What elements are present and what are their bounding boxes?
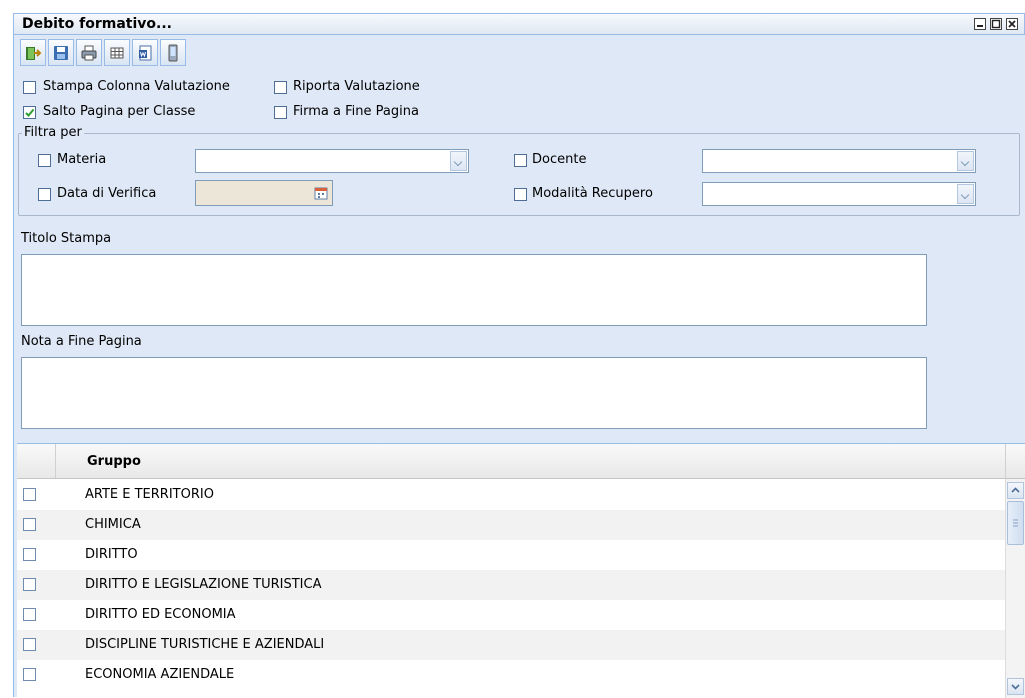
minimize-icon[interactable] xyxy=(974,18,986,30)
row-gruppo: ECONOMIA AZIENDALE xyxy=(85,667,235,682)
filter-legend: Filtra per xyxy=(22,125,84,140)
table-row[interactable]: CHIMICA xyxy=(17,510,1005,540)
chevron-down-icon[interactable] xyxy=(450,151,467,171)
materia-combo[interactable] xyxy=(195,149,469,173)
row-checkbox[interactable] xyxy=(23,548,36,561)
maximize-icon[interactable] xyxy=(990,18,1002,30)
window-title: Debito formativo... xyxy=(22,16,172,32)
row-gruppo: DIRITTO xyxy=(85,547,138,562)
table-row[interactable]: DIRITTO ED ECONOMIA xyxy=(17,600,1005,630)
stampa-colonna-checkbox[interactable] xyxy=(23,81,36,94)
docente-combo[interactable] xyxy=(702,149,976,173)
print-button[interactable] xyxy=(76,39,102,66)
firma-fine-pagina-label: Firma a Fine Pagina xyxy=(293,104,419,119)
grid-header: Gruppo xyxy=(17,444,1025,479)
print-icon xyxy=(81,45,97,60)
close-icon[interactable] xyxy=(1006,18,1018,30)
table-row[interactable]: DIRITTO E LEGISLAZIONE TURISTICA xyxy=(17,570,1005,600)
calendar-icon[interactable] xyxy=(314,186,328,200)
scroll-up-icon[interactable] xyxy=(1007,482,1024,499)
stampa-colonna-label: Stampa Colonna Valutazione xyxy=(43,79,230,94)
exit-button[interactable] xyxy=(20,39,46,66)
salto-pagina-checkbox[interactable] xyxy=(23,106,36,119)
firma-fine-pagina-checkbox[interactable] xyxy=(274,106,287,119)
table-row[interactable]: DIRITTO xyxy=(17,540,1005,570)
row-checkbox[interactable] xyxy=(23,578,36,591)
row-checkbox[interactable] xyxy=(23,668,36,681)
toolbar xyxy=(13,35,1025,73)
row-gruppo: DIRITTO E LEGISLAZIONE TURISTICA xyxy=(85,577,322,592)
row-checkbox[interactable] xyxy=(23,638,36,651)
grid-icon xyxy=(110,47,124,58)
row-gruppo: CHIMICA xyxy=(85,517,141,532)
window-title-bar: Debito formativo... xyxy=(13,13,1025,35)
table-row[interactable]: DISCIPLINE TURISTICHE E AZIENDALI xyxy=(17,630,1005,660)
gruppo-column-header[interactable]: Gruppo xyxy=(87,454,141,469)
document-icon xyxy=(139,45,152,60)
exit-icon xyxy=(26,46,42,60)
table-row[interactable]: ECONOMIA AZIENDALE xyxy=(17,660,1005,690)
modalita-recupero-checkbox[interactable] xyxy=(514,188,527,201)
riporta-valutazione-checkbox[interactable] xyxy=(274,81,287,94)
grid-scrollbar[interactable] xyxy=(1005,479,1025,698)
table-row[interactable]: ARTE E TERRITORIO xyxy=(17,480,1005,510)
row-checkbox[interactable] xyxy=(23,518,36,531)
modalita-recupero-label: Modalità Recupero xyxy=(532,186,653,201)
salto-pagina-label: Salto Pagina per Classe xyxy=(43,104,196,119)
save-icon xyxy=(54,45,68,60)
data-verifica-label: Data di Verifica xyxy=(57,186,157,201)
materia-label: Materia xyxy=(57,152,107,167)
save-button[interactable] xyxy=(48,39,74,66)
nota-fine-pagina-label: Nota a Fine Pagina xyxy=(21,334,142,349)
chevron-down-icon[interactable] xyxy=(957,184,974,204)
modalita-recupero-combo[interactable] xyxy=(702,182,976,206)
row-gruppo: DIRITTO ED ECONOMIA xyxy=(85,607,236,622)
scroll-down-icon[interactable] xyxy=(1007,678,1024,695)
scroll-thumb[interactable] xyxy=(1007,501,1024,545)
titolo-stampa-label: Titolo Stampa xyxy=(21,231,112,246)
row-checkbox[interactable] xyxy=(23,608,36,621)
docente-label: Docente xyxy=(532,152,587,167)
materia-checkbox[interactable] xyxy=(38,154,51,167)
titolo-stampa-textarea[interactable] xyxy=(21,254,927,326)
row-gruppo: ARTE E TERRITORIO xyxy=(85,487,214,502)
nota-fine-pagina-textarea[interactable] xyxy=(21,357,927,429)
check-icon xyxy=(25,108,35,117)
row-checkbox[interactable] xyxy=(23,488,36,501)
gruppo-grid: Gruppo ARTE E TERRITORIO CHIMICA DIRITTO… xyxy=(17,443,1025,698)
grid-button[interactable] xyxy=(104,39,130,66)
data-verifica-field[interactable] xyxy=(195,180,333,206)
docente-checkbox[interactable] xyxy=(514,154,527,167)
document-button[interactable] xyxy=(132,39,158,66)
chevron-down-icon[interactable] xyxy=(957,151,974,171)
mobile-icon xyxy=(168,44,178,61)
riporta-valutazione-label: Riporta Valutazione xyxy=(293,79,420,94)
data-verifica-checkbox[interactable] xyxy=(38,188,51,201)
mobile-button[interactable] xyxy=(160,39,186,66)
row-gruppo: DISCIPLINE TURISTICHE E AZIENDALI xyxy=(85,637,325,652)
